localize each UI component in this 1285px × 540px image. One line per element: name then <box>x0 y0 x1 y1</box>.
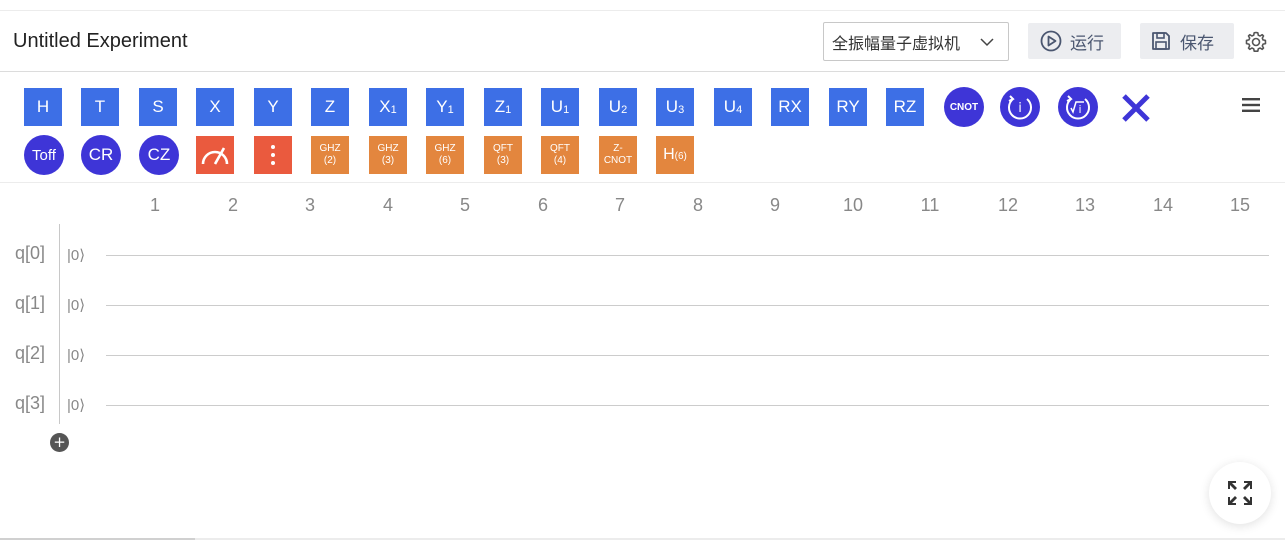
backend-select-value: 全振幅量子虚拟机 <box>832 33 961 53</box>
qubit-wire[interactable] <box>106 255 1269 256</box>
gate-u4[interactable]: U4 <box>714 88 752 126</box>
gate-cz[interactable]: CZ <box>139 135 179 175</box>
qubit-axis <box>59 224 60 424</box>
qubit-wire[interactable] <box>106 355 1269 356</box>
run-button[interactable]: 运行 <box>1028 23 1121 59</box>
gate-toffoli[interactable]: Toff <box>24 135 64 175</box>
qubit-initial-state: |0⟩ <box>67 397 86 414</box>
qubit-label: q[0] <box>15 243 46 263</box>
chevron-down-icon <box>980 38 994 47</box>
menu-icon[interactable] <box>1242 98 1260 112</box>
gate-x1[interactable]: X1 <box>369 88 407 126</box>
column-number: 8 <box>692 195 703 215</box>
gate-u1[interactable]: U1 <box>541 88 579 126</box>
svg-text:i: i <box>1018 101 1022 116</box>
column-number: 3 <box>304 195 315 215</box>
column-number: 11 <box>920 195 940 215</box>
column-number: 14 <box>1152 195 1174 215</box>
sqrt-i-gate-icon: i <box>1066 95 1090 120</box>
gate-ghz-3[interactable]: GHZ (3) <box>369 136 407 174</box>
measure-icon <box>201 147 229 165</box>
gate-u3[interactable]: U3 <box>656 88 694 126</box>
qubit-label: q[2] <box>15 343 46 363</box>
measure-gate[interactable] <box>196 136 234 174</box>
column-number: 15 <box>1229 195 1251 215</box>
backend-select[interactable]: 全振幅量子虚拟机 <box>823 22 1009 61</box>
gate-palette: H T S X Y Z X1 Y1 Z1 U1 U2 U3 U4 RX RY R… <box>0 73 1285 183</box>
gate-y1[interactable]: Y1 <box>426 88 464 126</box>
qubit-initial-state: |0⟩ <box>67 347 86 364</box>
qubit-label: q[3] <box>15 393 46 413</box>
gate-z-cnot[interactable]: Z- CNOT <box>599 136 637 174</box>
i-gate-icon: i <box>1008 95 1032 120</box>
gate-z[interactable]: Z <box>311 88 349 126</box>
gear-icon[interactable] <box>1244 30 1268 54</box>
column-number: 9 <box>769 195 780 215</box>
column-number: 1 <box>149 195 160 215</box>
gate-sqrt-i[interactable]: i <box>1058 87 1098 127</box>
svg-text:i: i <box>1078 103 1081 116</box>
save-button-label: 保存 <box>1180 33 1214 54</box>
fullscreen-button[interactable] <box>1209 462 1271 524</box>
gate-z1[interactable]: Z1 <box>484 88 522 126</box>
qubit-initial-state: |0⟩ <box>67 247 86 264</box>
barrier-icon <box>271 145 275 165</box>
gate-cnot[interactable]: CNOT <box>944 87 984 127</box>
qubit-wire[interactable] <box>106 305 1269 306</box>
expand-icon <box>1228 481 1252 505</box>
gate-h[interactable]: H <box>24 88 62 126</box>
gate-rz[interactable]: RZ <box>886 88 924 126</box>
header-bar: Untitled Experiment 全振幅量子虚拟机 运行 保存 <box>0 11 1285 72</box>
gate-cr[interactable]: CR <box>81 135 121 175</box>
gate-ry[interactable]: RY <box>829 88 867 126</box>
save-button[interactable]: 保存 <box>1140 23 1234 59</box>
gate-h-6[interactable]: H (6) <box>656 136 694 174</box>
column-number: 5 <box>459 195 470 215</box>
gate-ghz-2[interactable]: GHZ (2) <box>311 136 349 174</box>
qubit-initial-state: |0⟩ <box>67 297 86 314</box>
experiment-title[interactable]: Untitled Experiment <box>13 30 188 53</box>
gate-i[interactable]: i <box>1000 87 1040 127</box>
gate-qft-3[interactable]: QFT (3) <box>484 136 522 174</box>
column-number: 13 <box>1074 195 1096 215</box>
qubit-label: q[1] <box>15 293 46 313</box>
gate-s[interactable]: S <box>139 88 177 126</box>
play-circle-icon <box>1040 30 1062 52</box>
gate-ghz-6[interactable]: GHZ (6) <box>426 136 464 174</box>
gate-x[interactable]: X <box>196 88 234 126</box>
qubit-wire[interactable] <box>106 405 1269 406</box>
column-number: 7 <box>614 195 625 215</box>
gate-qft-4[interactable]: QFT (4) <box>541 136 579 174</box>
column-number: 10 <box>842 195 864 215</box>
barrier-gate[interactable] <box>254 136 292 174</box>
gate-t[interactable]: T <box>81 88 119 126</box>
add-qubit-button[interactable]: + <box>50 433 69 452</box>
gate-rx[interactable]: RX <box>771 88 809 126</box>
floppy-disk-icon <box>1152 32 1170 50</box>
delete-icon[interactable] <box>1121 93 1151 123</box>
column-number: 2 <box>227 195 238 215</box>
column-number: 12 <box>997 195 1019 215</box>
run-button-label: 运行 <box>1070 33 1104 54</box>
column-number: 6 <box>537 195 548 215</box>
column-number: 4 <box>382 195 393 215</box>
gate-y[interactable]: Y <box>254 88 292 126</box>
column-numbers: 1 2 3 4 5 6 7 8 9 10 11 12 13 14 15 <box>0 195 1285 215</box>
gate-u2[interactable]: U2 <box>599 88 637 126</box>
